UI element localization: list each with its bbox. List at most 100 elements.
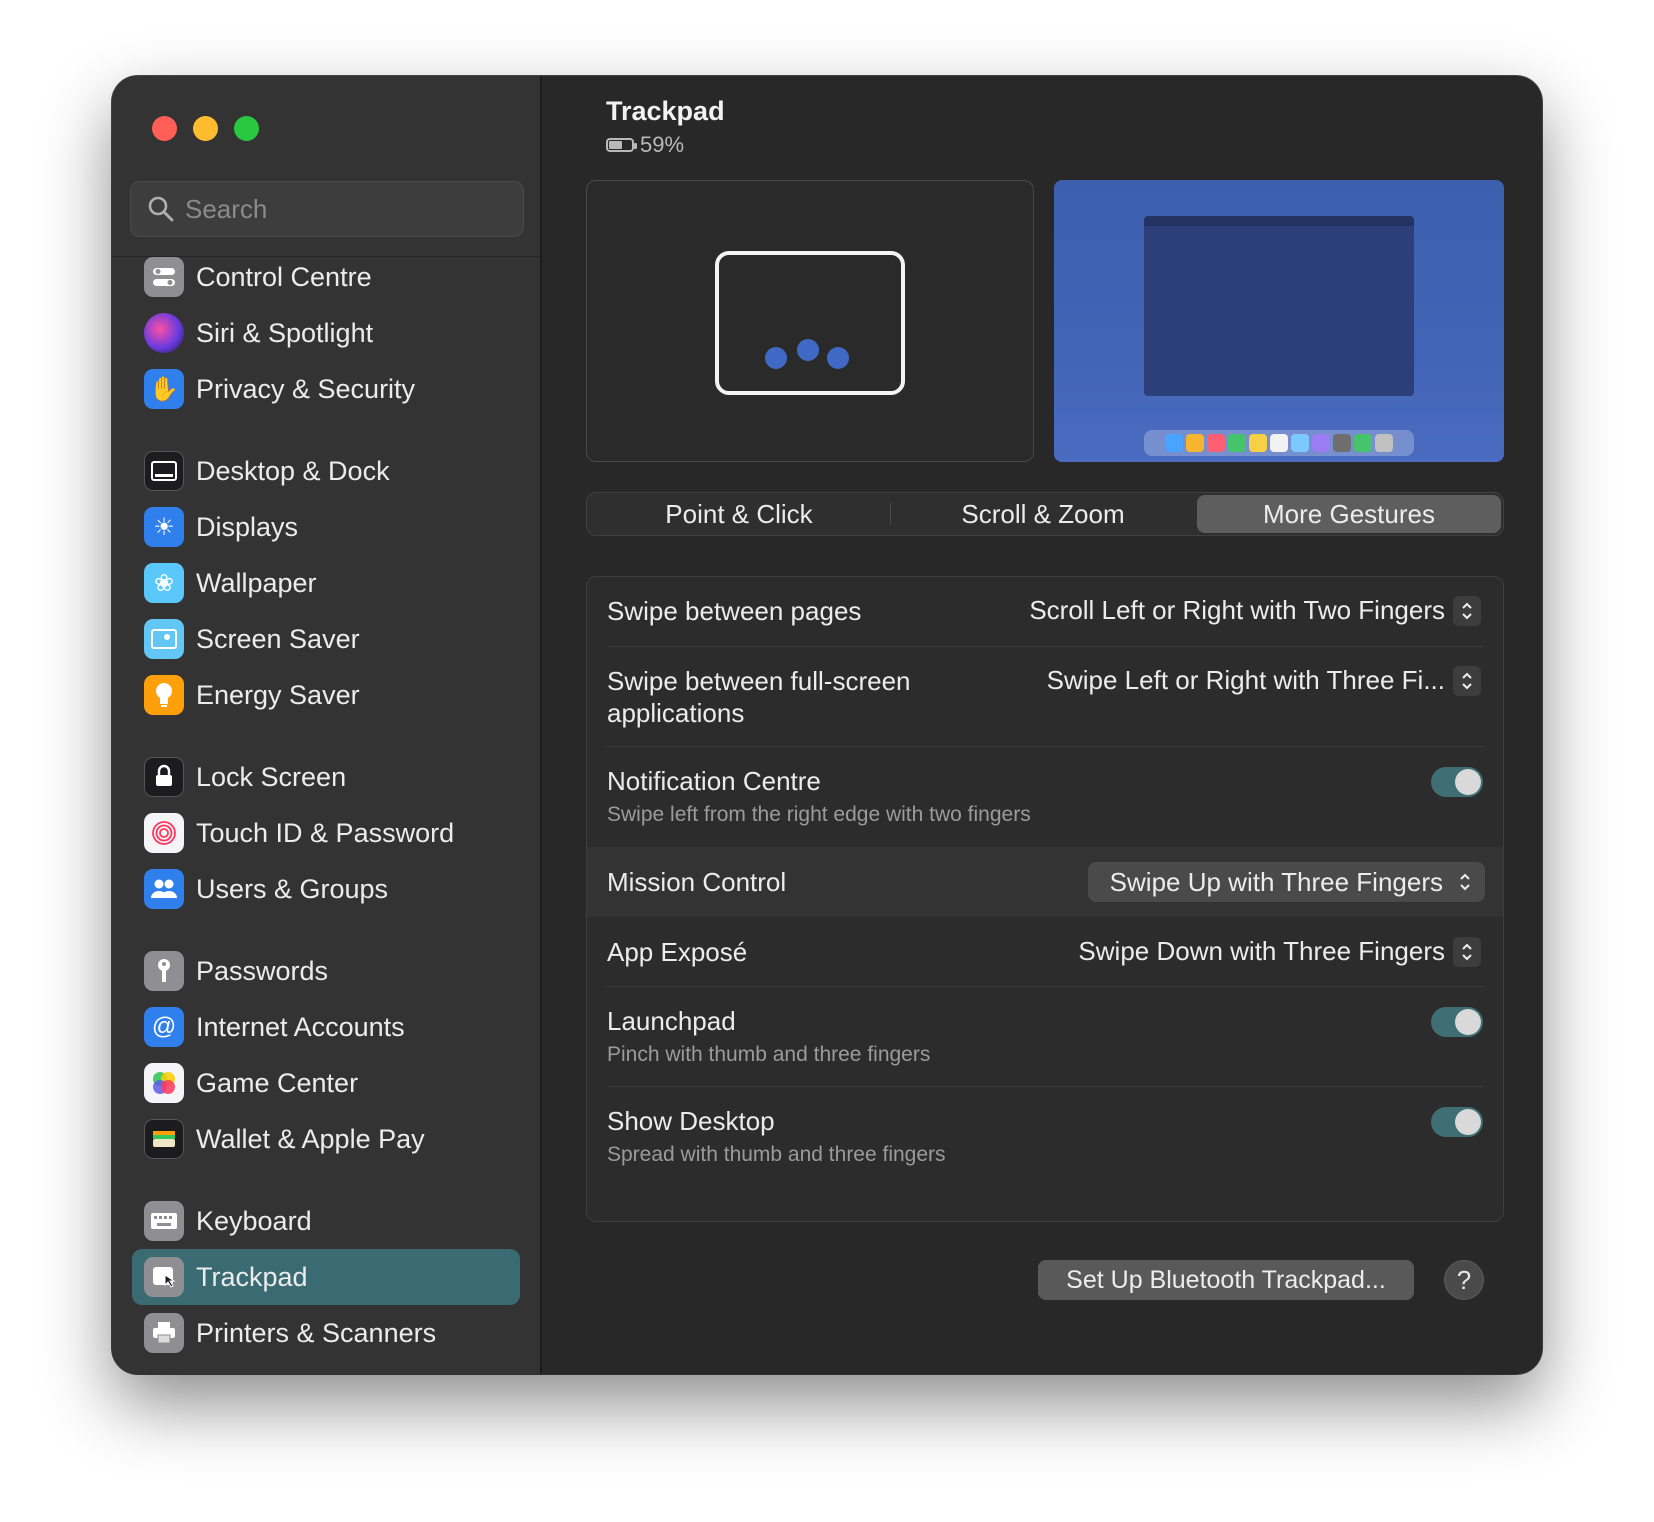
sidebar-item-passwords[interactable]: Passwords <box>132 943 520 999</box>
sidebar-item-energy-saver[interactable]: Energy Saver <box>132 667 520 723</box>
sidebar-item-label: Game Center <box>196 1067 359 1098</box>
sidebar-item-screen-saver[interactable]: Screen Saver <box>132 611 520 667</box>
sidebar-item-users-groups[interactable]: Users & Groups <box>132 861 520 917</box>
swipe-fullscreen-popup[interactable]: Swipe Left or Right with Three Fi... <box>1047 665 1481 696</box>
popup-value: Swipe Down with Three Fingers <box>1078 936 1445 966</box>
sidebar-item-printers-scanners[interactable]: Printers & Scanners <box>132 1305 520 1361</box>
tab-scroll-zoom[interactable]: Scroll & Zoom <box>891 493 1195 535</box>
sidebar-item-wallpaper[interactable]: ❀ Wallpaper <box>132 555 520 611</box>
sidebar-item-label: Touch ID & Password <box>196 817 455 848</box>
sidebar-item-siri-spotlight[interactable]: Siri & Spotlight <box>132 305 520 361</box>
gesture-preview-trackpad <box>586 180 1034 462</box>
sidebar-item-label: Screen Saver <box>196 623 360 654</box>
swipe-pages-popup[interactable]: Scroll Left or Right with Two Fingers <box>1029 595 1481 626</box>
printer-icon <box>144 1313 184 1353</box>
sidebar-item-label: Privacy & Security <box>196 373 416 404</box>
sidebar-item-control-centre[interactable]: Control Centre <box>132 257 520 305</box>
users-icon <box>144 869 184 909</box>
search-field[interactable]: Search <box>130 181 524 237</box>
sidebar-item-label: Printers & Scanners <box>196 1317 437 1348</box>
finger-dot <box>765 347 787 369</box>
sidebar-item-trackpad[interactable]: Trackpad <box>132 1249 520 1305</box>
system-settings-window: Search Control Centre Siri & Spotlight ✋… <box>112 76 1542 1374</box>
popup-value: Scroll Left or Right with Two Fingers <box>1029 595 1445 625</box>
sidebar-item-internet-accounts[interactable]: @ Internet Accounts <box>132 999 520 1055</box>
battery-level-fill <box>609 141 622 149</box>
flower-icon: ❀ <box>144 563 184 603</box>
chevron-up-down-icon <box>1453 936 1481 967</box>
tab-bar: Point & Click Scroll & Zoom More Gesture… <box>586 492 1504 536</box>
show-desktop-toggle[interactable] <box>1431 1107 1483 1137</box>
sidebar-item-label: Control Centre <box>196 261 372 292</box>
sidebar-item-displays[interactable]: ☀ Displays <box>132 499 520 555</box>
key-icon <box>144 951 184 991</box>
keyboard-icon <box>144 1201 184 1241</box>
setting-subtitle: Swipe left from the right edge with two … <box>607 803 1031 826</box>
sidebar-item-label: Lock Screen <box>196 761 347 792</box>
minimize-button[interactable] <box>193 116 218 141</box>
sidebar-item-label: Displays <box>196 511 299 542</box>
setting-title: Notification Centre <box>607 766 821 796</box>
control-centre-icon <box>144 257 184 297</box>
siri-icon <box>144 313 184 353</box>
mission-control-popup[interactable]: Swipe Up with Three Fingers <box>1087 862 1485 902</box>
sidebar-item-label: Wallet & Apple Pay <box>196 1123 425 1154</box>
sidebar-item-wallet[interactable]: Wallet & Apple Pay <box>132 1111 520 1167</box>
setting-row-app-expose: App Exposé Swipe Down with Three Fingers <box>587 917 1503 987</box>
tab-point-click[interactable]: Point & Click <box>587 493 891 535</box>
wallet-icon <box>144 1119 184 1159</box>
sidebar-item-label: Wallpaper <box>196 567 317 598</box>
battery-icon <box>606 138 637 152</box>
hand-icon: ✋ <box>144 369 184 409</box>
sidebar-item-keyboard[interactable]: Keyboard <box>132 1193 520 1249</box>
setup-bluetooth-trackpad-button[interactable]: Set Up Bluetooth Trackpad... <box>1038 1260 1414 1300</box>
setting-row-swipe-pages: Swipe between pages Scroll Left or Right… <box>587 577 1503 647</box>
sidebar-item-game-center[interactable]: Game Center <box>132 1055 520 1111</box>
battery-percent: 59% <box>640 132 685 157</box>
setting-subtitle: Spread with thumb and three fingers <box>607 1143 946 1166</box>
search-icon <box>141 189 181 229</box>
desktop-dock-icon <box>144 451 184 491</box>
notification-centre-toggle[interactable] <box>1431 767 1483 797</box>
setting-title: Swipe between pages <box>607 596 862 626</box>
finger-dot <box>797 339 819 361</box>
sidebar-item-label: Desktop & Dock <box>196 455 390 486</box>
setting-title-line: Swipe between full-screen <box>607 666 911 696</box>
window-controls <box>152 116 259 141</box>
zoom-button[interactable] <box>234 116 259 141</box>
setting-title: Launchpad <box>607 1006 736 1036</box>
tab-more-gestures[interactable]: More Gestures <box>1197 495 1501 533</box>
close-button[interactable] <box>152 116 177 141</box>
lock-icon <box>144 757 184 797</box>
setting-row-swipe-fullscreen: Swipe between full-screen applications S… <box>587 647 1503 747</box>
fingerprint-icon <box>144 813 184 853</box>
sidebar-item-label: Keyboard <box>196 1205 312 1236</box>
sidebar-item-touch-id[interactable]: Touch ID & Password <box>132 805 520 861</box>
battery-status: 59% <box>606 132 684 158</box>
toggle-knob <box>1455 769 1481 795</box>
popup-value: Swipe Up with Three Fingers <box>1109 866 1443 897</box>
setting-row-show-desktop: Show Desktop Spread with thumb and three… <box>587 1087 1503 1187</box>
chevron-up-down-icon <box>1453 595 1481 626</box>
toggle-knob <box>1455 1009 1481 1035</box>
sidebar-item-label: Siri & Spotlight <box>196 317 374 348</box>
preview-dock <box>1144 430 1414 456</box>
sidebar-item-label: Users & Groups <box>196 873 389 904</box>
sidebar-item-label: Passwords <box>196 955 329 986</box>
gesture-settings-list: Swipe between pages Scroll Left or Right… <box>586 576 1504 1222</box>
setting-title: App Exposé <box>607 937 748 967</box>
toggle-knob <box>1455 1109 1481 1135</box>
popup-value: Swipe Left or Right with Three Fi... <box>1046 665 1445 695</box>
search-placeholder: Search <box>185 193 268 224</box>
sidebar-item-desktop-dock[interactable]: Desktop & Dock <box>132 443 520 499</box>
sidebar-item-label: Energy Saver <box>196 679 360 710</box>
sidebar-item-privacy-security[interactable]: ✋ Privacy & Security <box>132 361 520 417</box>
trackpad-illustration <box>715 251 905 395</box>
sun-icon: ☀ <box>144 507 184 547</box>
launchpad-toggle[interactable] <box>1431 1007 1483 1037</box>
trackpad-icon <box>144 1257 184 1297</box>
help-button[interactable]: ? <box>1444 1260 1484 1300</box>
setting-title: Swipe between full-screen applications <box>607 665 911 729</box>
sidebar-item-lock-screen[interactable]: Lock Screen <box>132 749 520 805</box>
app-expose-popup[interactable]: Swipe Down with Three Fingers <box>1078 936 1481 967</box>
